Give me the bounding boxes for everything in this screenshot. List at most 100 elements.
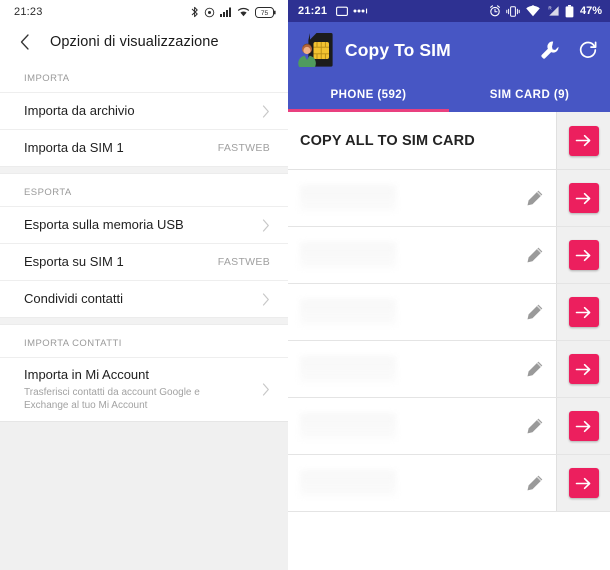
contact-row[interactable] <box>288 341 610 398</box>
vibrate-icon <box>506 5 520 17</box>
right-app-bar: Copy To SIM <box>288 22 610 78</box>
right-phone-screen: 21:21 R 47% Copy To SIM PHONE (592) SIM … <box>288 0 610 570</box>
pencil-icon[interactable] <box>512 170 556 226</box>
arrow-right-icon[interactable] <box>568 354 599 384</box>
left-status-bar: 21:23 75 <box>0 0 288 24</box>
sim-contact-icon <box>296 30 338 70</box>
left-phone-screen: 21:23 75 Opzioni di visualizzazione IMPO… <box>0 0 288 570</box>
row-text-wrap: Esporta sulla memoria USB <box>24 208 252 242</box>
dual-screenshot-container: 21:23 75 Opzioni di visualizzazione IMPO… <box>0 0 610 570</box>
row-value-carrier: FASTWEB <box>217 256 270 268</box>
battery-percent-label: 47% <box>579 5 602 17</box>
arrow-right-icon[interactable] <box>568 468 599 498</box>
row-text-wrap: Importa da archivio <box>24 94 252 128</box>
copy-all-label: COPY ALL TO SIM CARD <box>300 132 475 149</box>
section-header-importa-contatti: IMPORTA CONTATTI <box>0 325 288 357</box>
contact-row[interactable] <box>288 398 610 455</box>
arrow-right-icon[interactable] <box>568 411 599 441</box>
contact-list <box>288 170 610 570</box>
chevron-right-icon <box>262 218 270 232</box>
battery-icon <box>565 4 574 18</box>
contact-action-cell <box>556 227 610 283</box>
chevron-right-icon <box>262 104 270 118</box>
settings-row-importa-archivio[interactable]: Importa da archivio <box>0 92 288 129</box>
row-title: Importa da SIM 1 <box>24 140 124 156</box>
page-title: Opzioni di visualizzazione <box>50 34 219 50</box>
contact-row[interactable] <box>288 284 610 341</box>
contact-name-redacted <box>300 470 396 496</box>
roaming-signal-icon: R <box>546 5 560 17</box>
more-dots-icon <box>353 8 368 14</box>
arrow-right-icon[interactable] <box>568 125 599 156</box>
left-empty-area <box>0 420 288 570</box>
settings-row-importa-mi-account[interactable]: Importa in Mi Account Trasferisci contat… <box>0 357 288 421</box>
cellular-signal-icon <box>220 7 232 17</box>
screenshot-icon <box>336 6 349 17</box>
arrow-right-icon[interactable] <box>568 297 599 327</box>
app-bar-actions <box>540 40 598 60</box>
row-title: Condividi contatti <box>24 291 123 307</box>
right-status-bar: 21:21 R 47% <box>288 0 610 22</box>
copy-all-action-cell <box>556 112 610 169</box>
arrow-right-icon[interactable] <box>568 183 599 213</box>
settings-row-esporta-sim1[interactable]: Esporta su SIM 1 FASTWEB <box>0 243 288 280</box>
section-header-importa: IMPORTA <box>0 60 288 92</box>
arrow-right-icon[interactable] <box>568 240 599 270</box>
app-title: Copy To SIM <box>345 39 451 60</box>
contact-name-redacted <box>300 185 396 211</box>
left-status-icons: 75 <box>191 6 276 18</box>
contact-row[interactable] <box>288 227 610 284</box>
wifi-icon <box>525 5 541 17</box>
contact-name-redacted <box>300 299 396 325</box>
right-status-clock: 21:21 <box>298 5 328 17</box>
bluetooth-icon <box>191 6 199 18</box>
contact-row[interactable] <box>288 455 610 512</box>
row-title: Importa da archivio <box>24 103 135 119</box>
contact-name-cell[interactable] <box>288 455 512 511</box>
pencil-icon[interactable] <box>512 341 556 397</box>
right-status-right-icons: R 47% <box>489 4 602 18</box>
contact-name-redacted <box>300 356 396 382</box>
left-status-clock: 21:23 <box>14 6 43 18</box>
tab-phone[interactable]: PHONE (592) <box>288 78 449 112</box>
contact-name-cell[interactable] <box>288 227 512 283</box>
contact-name-cell[interactable] <box>288 341 512 397</box>
settings-row-esporta-usb[interactable]: Esporta sulla memoria USB <box>0 206 288 243</box>
alarm-icon <box>489 5 501 17</box>
copy-all-row[interactable]: COPY ALL TO SIM CARD <box>288 112 610 170</box>
contact-action-cell <box>556 341 610 397</box>
row-text-wrap: Condividi contatti <box>24 282 252 316</box>
contact-name-cell[interactable] <box>288 170 512 226</box>
pencil-icon[interactable] <box>512 398 556 454</box>
settings-row-condividi-contatti[interactable]: Condividi contatti <box>0 280 288 317</box>
pencil-icon[interactable] <box>512 227 556 283</box>
row-subtitle: Trasferisci contatti da account Google e… <box>24 386 200 412</box>
tab-active-indicator <box>288 109 449 112</box>
svg-text:75: 75 <box>261 9 269 16</box>
wifi-icon <box>237 7 250 17</box>
contact-action-cell <box>556 455 610 511</box>
row-title: Importa in Mi Account <box>24 367 149 382</box>
contact-action-cell <box>556 170 610 226</box>
settings-list: IMPORTA Importa da archivio Importa da S… <box>0 60 288 421</box>
settings-row-importa-sim1[interactable]: Importa da SIM 1 FASTWEB <box>0 129 288 166</box>
pencil-icon[interactable] <box>512 284 556 340</box>
chevron-left-icon[interactable] <box>14 31 36 53</box>
contact-name-redacted <box>300 413 396 439</box>
settings-wrench-icon[interactable] <box>540 40 560 60</box>
section-divider <box>0 317 288 325</box>
contact-name-redacted <box>300 242 396 268</box>
contact-action-cell <box>556 284 610 340</box>
row-text-wrap: Importa da SIM 1 <box>24 131 210 165</box>
row-title: Esporta sulla memoria USB <box>24 217 184 233</box>
row-title: Esporta su SIM 1 <box>24 254 124 270</box>
contact-name-cell[interactable] <box>288 284 512 340</box>
pencil-icon[interactable] <box>512 455 556 511</box>
section-divider <box>0 166 288 174</box>
contact-action-cell <box>556 398 610 454</box>
tab-sim-card[interactable]: SIM CARD (9) <box>449 78 610 112</box>
refresh-icon[interactable] <box>578 40 598 60</box>
contact-row[interactable] <box>288 170 610 227</box>
contact-name-cell[interactable] <box>288 398 512 454</box>
dnd-icon <box>204 7 215 18</box>
